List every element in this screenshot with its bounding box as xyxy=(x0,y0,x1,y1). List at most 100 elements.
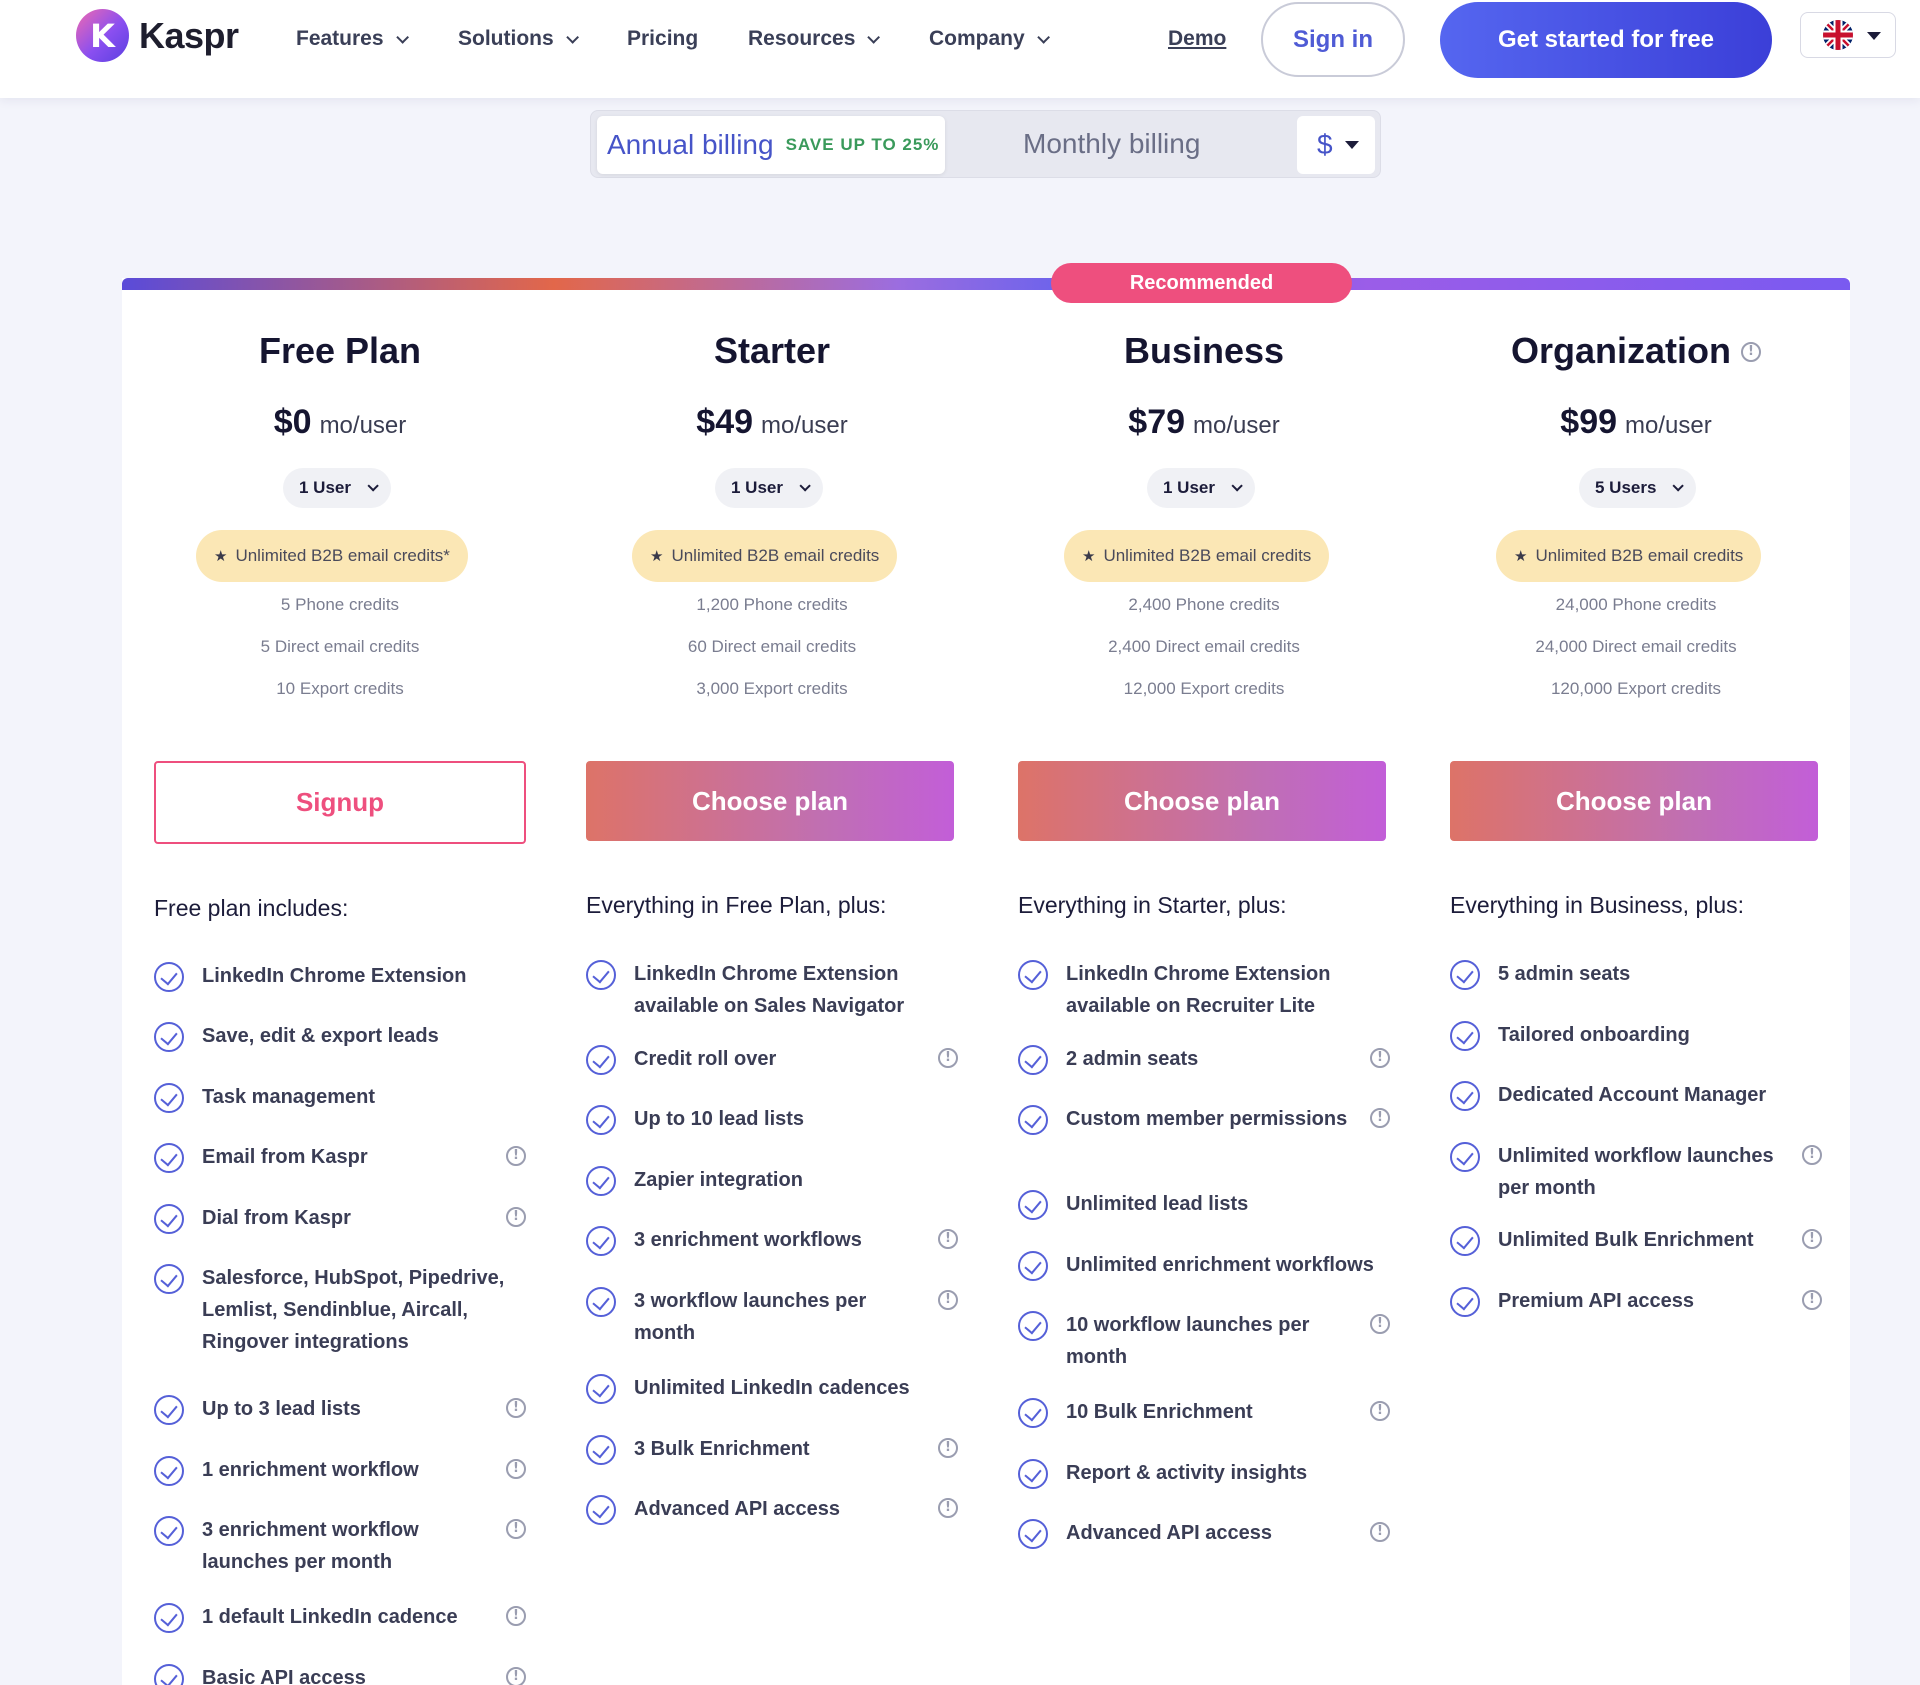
plan-title-text: Business xyxy=(1123,330,1285,371)
feature-item: 10 workflow launches per month! xyxy=(1018,1311,1390,1373)
nav-pricing[interactable]: Pricing xyxy=(627,27,698,51)
nav-pricing-label: Pricing xyxy=(627,27,699,50)
unlimited-email-credits-badge: ★ Unlimited B2B email credits* xyxy=(196,530,468,582)
info-icon[interactable]: ! xyxy=(506,1459,526,1479)
plan-column-business: Business $79 mo/user 1 User ★ Unlimited B2B e… xyxy=(1018,278,1390,1685)
info-icon[interactable]: ! xyxy=(506,1207,526,1227)
price-amount: $0 xyxy=(273,403,312,441)
info-icon[interactable]: ! xyxy=(938,1290,958,1310)
feature-label: 10 Bulk Enrichment xyxy=(1066,1401,1253,1423)
price-amount: $49 xyxy=(696,403,754,441)
get-started-button[interactable]: Get started for free xyxy=(1440,2,1772,78)
sign-in-button[interactable]: Sign in xyxy=(1261,2,1405,77)
check-circle-icon xyxy=(1450,1287,1480,1317)
feature-label: LinkedIn Chrome Extension available on R… xyxy=(1066,963,1331,1017)
info-icon[interactable]: ! xyxy=(1370,1108,1390,1128)
feature-label: LinkedIn Chrome Extension available on S… xyxy=(634,963,905,1017)
info-icon[interactable]: ! xyxy=(506,1146,526,1166)
info-icon[interactable]: ! xyxy=(1802,1229,1822,1249)
feature-label: Dial from Kaspr xyxy=(202,1207,351,1229)
chevron-down-icon xyxy=(799,480,811,492)
feature-item: Unlimited Bulk Enrichment! xyxy=(1450,1226,1822,1256)
check-circle-icon xyxy=(154,1516,184,1546)
nav-solutions-label: Solutions xyxy=(458,27,554,50)
info-icon[interactable]: ! xyxy=(1370,1522,1390,1542)
info-icon[interactable]: ! xyxy=(938,1438,958,1458)
signup-button[interactable]: Signup xyxy=(154,761,526,844)
check-circle-icon xyxy=(586,1374,616,1404)
monthly-billing-option[interactable]: Monthly billing xyxy=(1023,128,1200,160)
info-icon[interactable]: ! xyxy=(506,1606,526,1626)
feature-item: Save, edit & export leads xyxy=(154,1022,526,1052)
choose-plan-button[interactable]: Choose plan xyxy=(1018,761,1386,841)
feature-label: Advanced API access xyxy=(1066,1522,1273,1544)
nav-company[interactable]: Company xyxy=(929,27,1050,51)
feature-label: 1 enrichment workflow xyxy=(202,1459,419,1481)
feature-item: 10 Bulk Enrichment! xyxy=(1018,1398,1390,1428)
feature-label: Basic API access xyxy=(202,1667,366,1685)
currency-select[interactable]: $ xyxy=(1297,116,1375,174)
language-selector[interactable] xyxy=(1800,12,1896,58)
annual-billing-label: Annual billing xyxy=(607,129,774,160)
logo-text: Kaspr xyxy=(139,14,239,56)
info-icon[interactable]: ! xyxy=(1370,1048,1390,1068)
nav-solutions[interactable]: Solutions xyxy=(458,27,579,51)
feature-item: Custom member permissions! xyxy=(1018,1105,1390,1135)
user-count-select[interactable]: 1 User xyxy=(715,468,823,508)
info-icon[interactable]: ! xyxy=(1802,1145,1822,1165)
user-count-select[interactable]: 1 User xyxy=(283,468,391,508)
nav-resources[interactable]: Resources xyxy=(748,27,881,51)
choose-plan-button[interactable]: Choose plan xyxy=(1450,761,1818,841)
info-icon[interactable]: ! xyxy=(938,1229,958,1249)
info-icon[interactable]: ! xyxy=(506,1398,526,1418)
user-count-select[interactable]: 1 User xyxy=(1147,468,1255,508)
info-icon[interactable]: ! xyxy=(506,1519,526,1539)
includes-heading: Everything in Starter, plus: xyxy=(1018,892,1287,918)
check-circle-icon xyxy=(154,1456,184,1486)
chevron-down-icon xyxy=(565,30,579,44)
feature-item: 2 admin seats! xyxy=(1018,1045,1390,1075)
feature-item: Unlimited enrichment workflows xyxy=(1018,1251,1390,1281)
credit-line: 2,400 Direct email credits xyxy=(1108,637,1300,656)
chevron-down-icon xyxy=(1672,480,1685,492)
info-icon[interactable]: ! xyxy=(938,1498,958,1518)
kaspr-logo[interactable]: K Kaspr xyxy=(76,9,239,62)
check-circle-icon xyxy=(1018,1519,1048,1549)
plan-title: Business xyxy=(1018,330,1390,372)
user-count-label: 1 User xyxy=(299,478,351,497)
demo-link[interactable]: Demo xyxy=(1168,27,1226,51)
info-icon[interactable]: ! xyxy=(1802,1290,1822,1310)
credit-line: 60 Direct email credits xyxy=(687,637,857,656)
credit-line: 5 Phone credits xyxy=(280,595,400,614)
choose-plan-button[interactable]: Choose plan xyxy=(586,761,954,841)
feature-label: 1 default LinkedIn cadence xyxy=(202,1606,458,1628)
info-icon[interactable]: ! xyxy=(938,1048,958,1068)
uk-flag-icon xyxy=(1823,20,1853,50)
plan-price: $79 mo/user xyxy=(1018,403,1390,442)
check-circle-icon xyxy=(1018,1251,1048,1281)
info-icon[interactable]: ! xyxy=(1370,1401,1390,1421)
feature-label: Unlimited workflow launches per month xyxy=(1498,1145,1774,1199)
plan-price: $49 mo/user xyxy=(586,403,958,442)
nav-features[interactable]: Features xyxy=(296,27,409,51)
check-circle-icon xyxy=(1018,1190,1048,1220)
user-count-label: 1 User xyxy=(1163,478,1215,497)
check-circle-icon xyxy=(1018,1459,1048,1489)
feature-label: Credit roll over xyxy=(634,1048,777,1070)
price-amount: $79 xyxy=(1128,403,1186,441)
feature-label: Dedicated Account Manager xyxy=(1498,1084,1767,1106)
info-icon[interactable]: ! xyxy=(506,1667,526,1685)
feature-item: Advanced API access! xyxy=(1018,1519,1390,1549)
feature-label: Unlimited Bulk Enrichment xyxy=(1498,1229,1754,1251)
check-circle-icon xyxy=(154,1664,184,1685)
feature-label: Task management xyxy=(202,1086,376,1108)
feature-label: 3 Bulk Enrichment xyxy=(634,1438,810,1460)
info-icon[interactable]: ! xyxy=(1741,342,1761,362)
info-icon[interactable]: ! xyxy=(1370,1314,1390,1334)
check-circle-icon xyxy=(586,1435,616,1465)
nav-features-label: Features xyxy=(296,27,384,50)
user-count-select[interactable]: 5 Users xyxy=(1579,468,1697,508)
annual-billing-option[interactable]: Annual billing SAVE UP TO 25% xyxy=(597,116,945,174)
plan-column-starter: Starter $49 mo/user 1 User ★ Unlimited B2B em… xyxy=(586,278,958,1685)
feature-label: 3 enrichment workflow launches per month xyxy=(202,1519,419,1573)
